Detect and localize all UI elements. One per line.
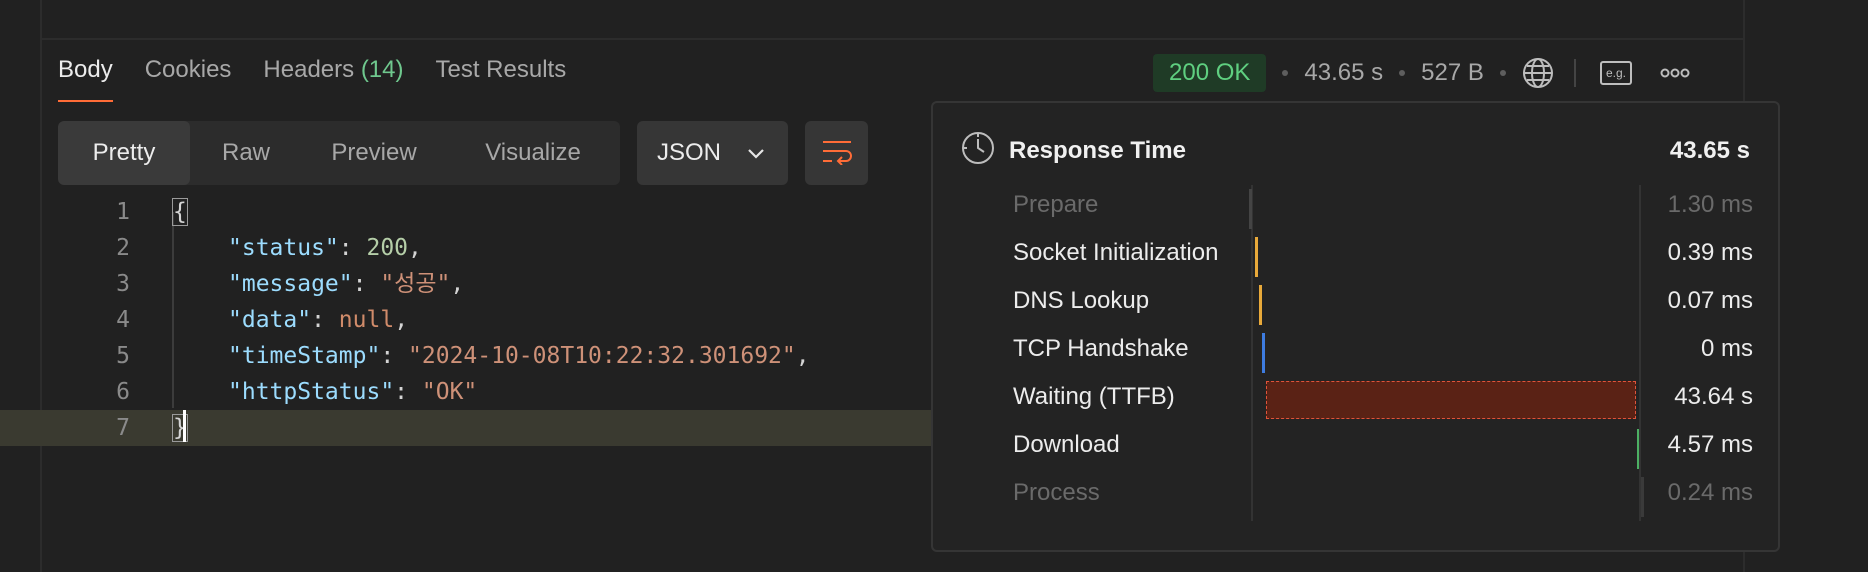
view-preview[interactable]: Preview [302,121,446,185]
code-line: 3 "message": "성공", [116,271,465,297]
response-tabs: Body Cookies Headers (14) Test Results [58,56,566,102]
format-select-label: JSON [657,139,722,166]
timing-row-socket: Socket Initialization 0.39 ms [1013,239,1753,266]
response-size[interactable]: 527 B [1421,59,1484,87]
popover-header: Response Time 43.65 s [961,131,1750,171]
timing-bar-ttfb [1266,381,1636,419]
wrap-lines-icon [820,137,854,170]
format-select[interactable]: JSON [637,121,788,185]
timing-bar-process [1641,477,1644,517]
more-options-icon[interactable] [1660,67,1690,79]
timing-row-dns: DNS Lookup 0.07 ms [1013,287,1753,314]
separator-dot [1499,70,1506,76]
code-line: 1 { [116,198,188,226]
code-line: 5 "timeStamp": "2024-10-08T10:22:32.3016… [116,343,810,369]
separator-line [1573,59,1576,87]
response-meta: 200 OK 43.65 s 527 B e.g. [1153,54,1690,92]
timing-row-prepare: Prepare 1.30 ms [1013,191,1753,218]
tab-cookies[interactable]: Cookies [145,56,232,102]
view-visualize[interactable]: Visualize [446,121,620,185]
headers-count: (14) [360,56,404,83]
view-pretty[interactable]: Pretty [58,121,190,185]
status-badge[interactable]: 200 OK [1153,54,1267,92]
save-example-icon[interactable]: e.g. [1599,61,1632,85]
code-line-current: 7 } [0,410,940,446]
separator-dot [1399,70,1406,76]
response-time-popover: Response Time 43.65 s Prepare 1.30 ms So… [931,101,1780,552]
tab-body[interactable]: Body [58,56,113,102]
code-line: 4 "data": null, [116,307,409,333]
open-brace: { [172,198,188,226]
timing-row-download: Download 4.57 ms [1013,431,1753,458]
svg-text:e.g.: e.g. [1606,66,1626,80]
timing-bar-dns [1259,285,1262,325]
timing-row-tcp: TCP Handshake 0 ms [1013,335,1753,362]
total-time: 43.65 s [1669,137,1750,164]
text-cursor [183,410,186,442]
tab-test-results[interactable]: Test Results [436,56,567,102]
timing-bar-tcp [1262,333,1265,373]
popover-title: Response Time [1009,137,1186,164]
chevron-down-icon [746,143,766,171]
view-raw[interactable]: Raw [190,121,302,185]
clock-icon [961,131,995,172]
code-line: 2 "status": 200, [116,235,422,261]
code-line: 6 "httpStatus": "OK" [116,379,478,405]
panel-divider [40,38,1745,40]
response-time[interactable]: 43.65 s [1304,59,1383,87]
separator-dot [1282,70,1289,76]
wrap-lines-button[interactable] [805,121,868,185]
timing-bar-download [1637,429,1639,469]
view-mode-toggle: Pretty Raw Preview Visualize [58,121,620,185]
timing-bar-socket [1255,237,1258,277]
timing-bar-prepare [1249,189,1252,229]
tab-headers[interactable]: Headers (14) [263,56,403,102]
globe-icon[interactable] [1522,57,1554,89]
